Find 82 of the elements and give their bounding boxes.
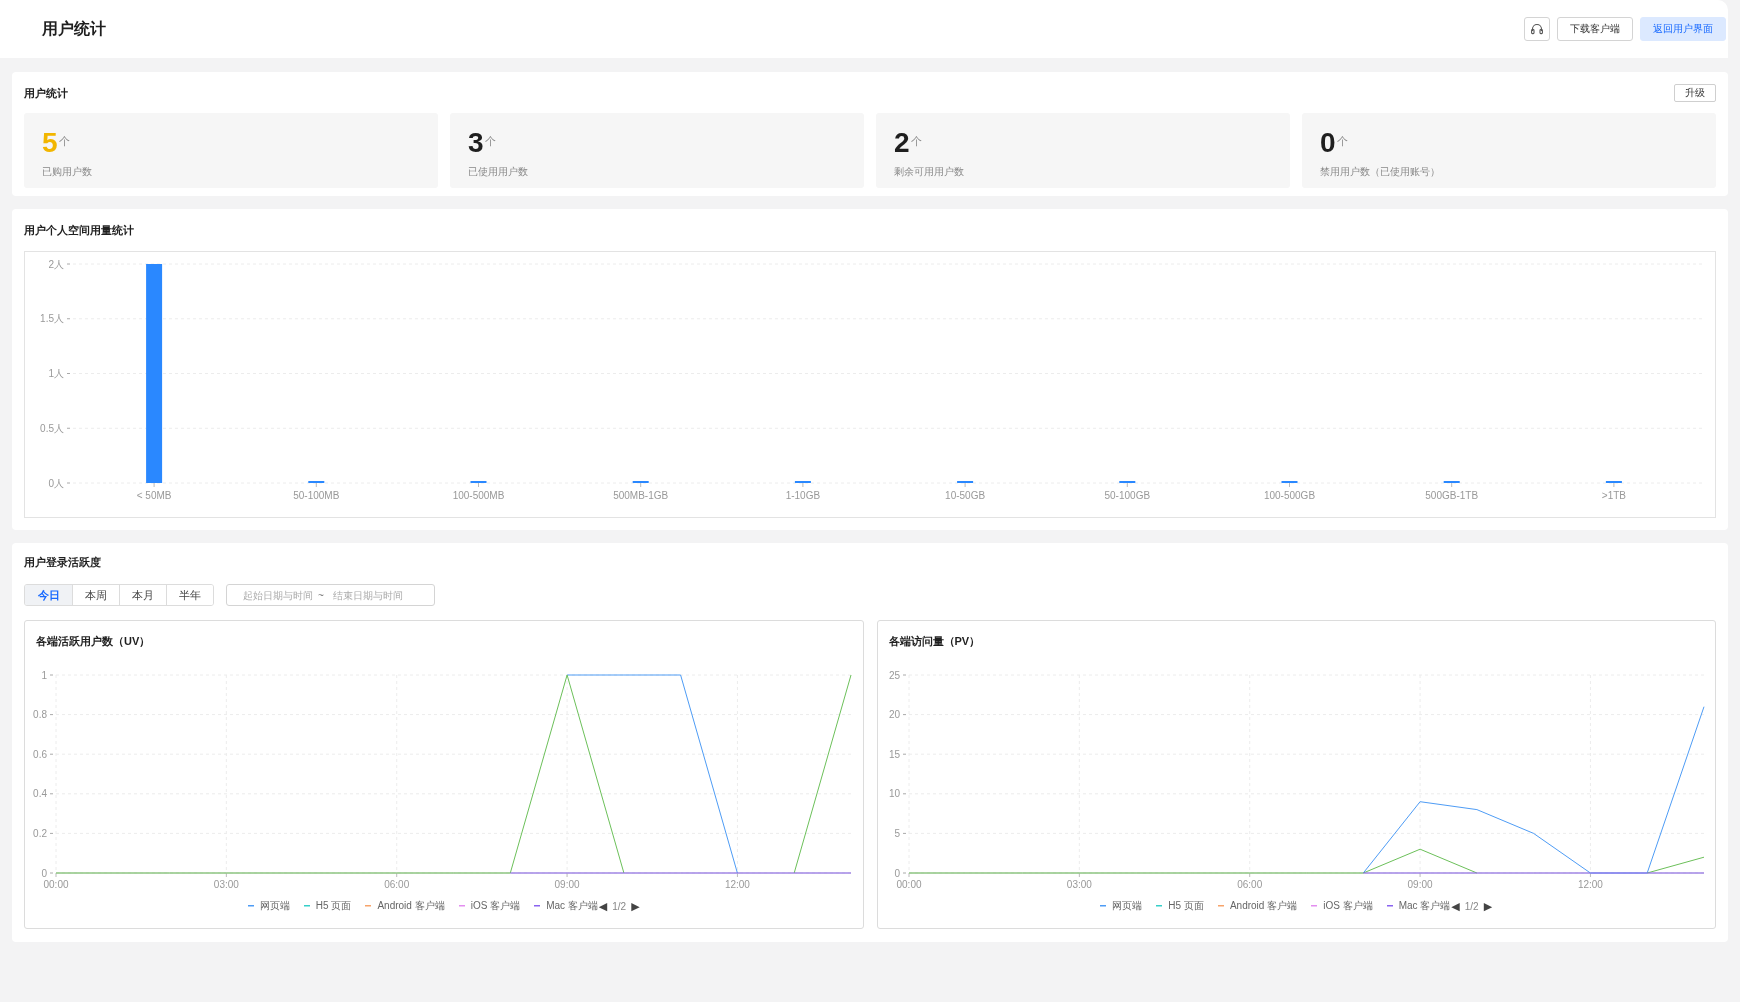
axis-label: 5 xyxy=(893,827,900,839)
date-range-field[interactable]: 起始日期与时间 ~ 结束日期与时间 xyxy=(226,584,435,606)
axis-label: 0人 xyxy=(48,477,64,489)
stat-label: 剩余可用用户数 xyxy=(894,165,964,179)
axis-label: 0 xyxy=(893,867,900,879)
axis-label: < 50MB xyxy=(136,490,172,501)
axis-label: 15 xyxy=(888,748,900,760)
stat-label: 已使用用户数 xyxy=(468,165,528,179)
axis-label: 50-100MB xyxy=(293,490,340,501)
axis-label: 0.2 xyxy=(33,827,47,839)
legend-page-indicator: 1/2 xyxy=(612,900,627,912)
legend-page-indicator: 1/2 xyxy=(1464,900,1479,912)
stat-value: 2 xyxy=(894,127,910,159)
legend-prev-button[interactable]: ◀ xyxy=(1451,899,1460,913)
axis-label: >1TB xyxy=(1601,490,1626,501)
axis-label: 25 xyxy=(888,669,900,681)
start-date-input[interactable]: 起始日期与时间 xyxy=(243,589,315,601)
axis-label: 06:00 xyxy=(1236,879,1262,890)
axis-label: 100-500MB xyxy=(452,490,505,501)
range-separator: ~ xyxy=(318,589,324,601)
axis-label: 10-50GB xyxy=(945,490,986,501)
end-date-input[interactable]: 结束日期与时间 xyxy=(332,589,405,601)
stat-unit: 个 xyxy=(484,133,496,149)
axis-label: 1.5人 xyxy=(40,313,64,325)
axis-label: 500MB-1GB xyxy=(613,490,669,501)
axis-label: 10 xyxy=(888,788,900,800)
legend-label[interactable]: H5 页面 xyxy=(1168,899,1204,913)
section-title: 用户登录活跃度 xyxy=(24,554,101,570)
legend-label[interactable]: Mac 客户端 xyxy=(1398,899,1451,913)
axis-label: 0.5人 xyxy=(40,422,64,434)
headset-button[interactable] xyxy=(1524,17,1550,41)
header-button[interactable]: 下载客户端 xyxy=(1557,17,1633,41)
axis-label: 1 xyxy=(41,669,47,681)
axis-label: 00:00 xyxy=(43,879,69,890)
stat-label: 禁用用户数（已使用账号） xyxy=(1320,165,1440,179)
axis-label: 20 xyxy=(888,709,900,721)
axis-label: 12:00 xyxy=(1577,879,1603,890)
legend-label[interactable]: 网页端 xyxy=(1112,899,1143,913)
legend-label[interactable]: iOS 客户端 xyxy=(470,899,521,913)
stat-label: 已购用户数 xyxy=(42,165,92,179)
axis-label: 0.8 xyxy=(33,709,47,721)
axis-label: 1人 xyxy=(48,368,64,379)
section-title: 用户统计 xyxy=(24,85,68,101)
axis-label: 09:00 xyxy=(1407,879,1433,890)
header-button[interactable]: 返回用户界面 xyxy=(1640,17,1726,41)
upgrade-button[interactable]: 升级 xyxy=(1674,84,1716,102)
section-title: 用户个人空间用量统计 xyxy=(24,222,134,238)
axis-label: 12:00 xyxy=(724,879,750,890)
axis-label: 03:00 xyxy=(213,879,239,890)
chart-title: 各端活跃用户数（UV） xyxy=(36,634,151,649)
legend-label[interactable]: H5 页面 xyxy=(315,899,352,913)
stat-value: 3 xyxy=(468,127,484,159)
stat-unit: 个 xyxy=(910,133,922,149)
stat-value: 0 xyxy=(1320,127,1336,159)
axis-label: 09:00 xyxy=(554,879,580,890)
legend-next-button[interactable]: ▶ xyxy=(1483,899,1493,913)
stat-unit: 个 xyxy=(58,133,70,149)
period-tab[interactable]: 半年 xyxy=(166,585,213,605)
axis-label: 100-500GB xyxy=(1263,490,1316,501)
axis-label: 06:00 xyxy=(384,879,410,890)
legend-next-button[interactable]: ▶ xyxy=(631,899,640,913)
axis-label: 500GB-1TB xyxy=(1425,490,1479,501)
page-title: 用户统计 xyxy=(42,18,106,39)
axis-label: 50-100GB xyxy=(1104,490,1151,501)
axis-label: 0.4 xyxy=(33,788,47,800)
stat-value: 5 xyxy=(42,127,58,159)
axis-label: 00:00 xyxy=(896,879,921,890)
legend-label[interactable]: 网页端 xyxy=(259,899,290,913)
legend-prev-button[interactable]: ◀ xyxy=(598,899,608,913)
axis-label: 2人 xyxy=(48,258,64,270)
axis-label: 03:00 xyxy=(1066,879,1092,890)
legend-label[interactable]: Android 客户端 xyxy=(1229,899,1298,913)
axis-label: 0 xyxy=(41,867,47,879)
legend-label[interactable]: Android 客户端 xyxy=(377,899,445,913)
stat-unit: 个 xyxy=(1336,133,1348,149)
legend-label[interactable]: Mac 客户端 xyxy=(546,899,598,913)
legend-label[interactable]: iOS 客户端 xyxy=(1323,899,1373,913)
chart-title: 各端访问量（PV） xyxy=(888,634,981,649)
axis-label: 1-10GB xyxy=(785,490,821,501)
period-tab[interactable]: 今日 xyxy=(25,585,72,605)
axis-label: 0.6 xyxy=(33,748,47,760)
headset-icon xyxy=(1531,23,1543,35)
